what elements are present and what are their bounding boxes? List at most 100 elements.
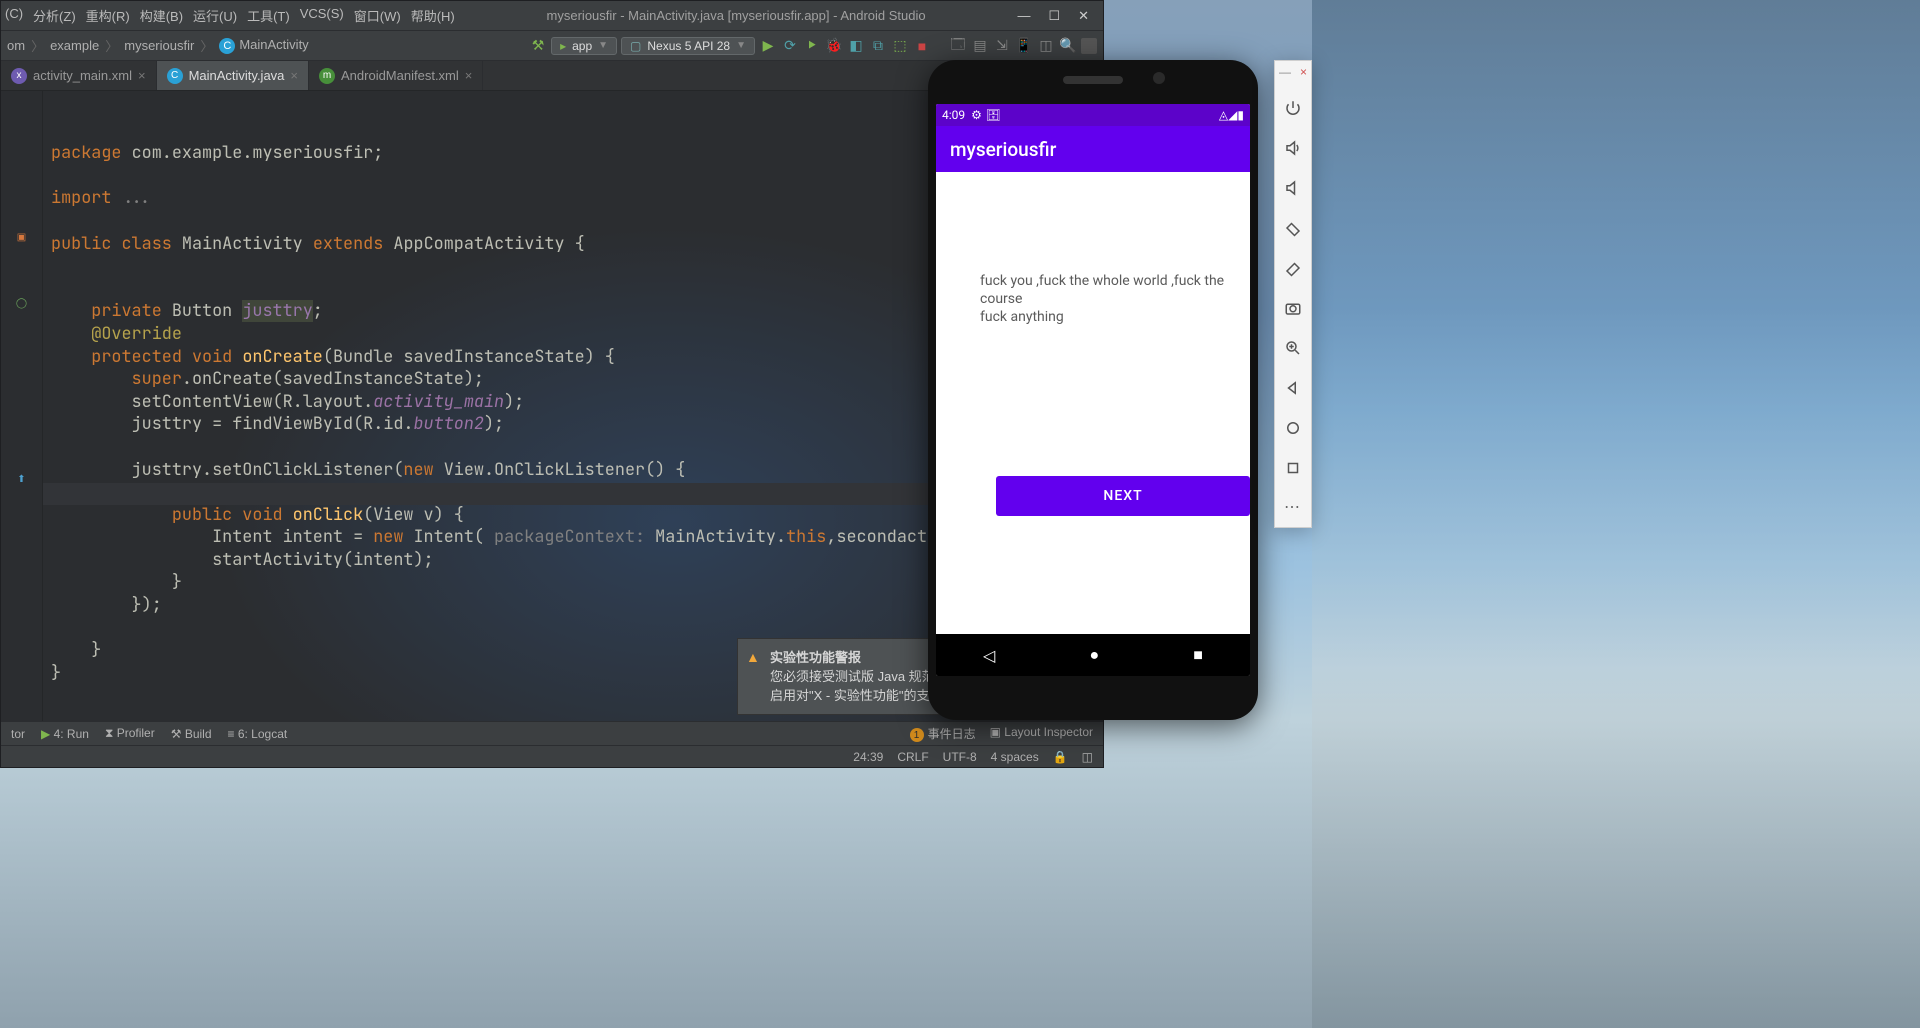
device-manager-icon[interactable]: 📱 bbox=[1015, 37, 1033, 55]
overview-icon[interactable] bbox=[1282, 457, 1304, 479]
editor-tab[interactable]: C MainActivity.java × bbox=[157, 61, 309, 90]
java-file-icon: C bbox=[167, 68, 183, 84]
android-navbar: ◁ ● ■ bbox=[936, 634, 1250, 676]
menu-item[interactable]: 构建(B) bbox=[140, 6, 183, 25]
more-icon[interactable]: ⋯ bbox=[1282, 497, 1304, 517]
menu-item[interactable]: (C) bbox=[5, 6, 23, 25]
back-icon[interactable]: ◁ bbox=[983, 646, 995, 665]
indent-setting[interactable]: 4 spaces bbox=[991, 750, 1039, 764]
toolwindow-button[interactable]: ⚒ Build bbox=[171, 727, 212, 741]
stop-icon[interactable]: ■ bbox=[913, 37, 931, 55]
window-title: myseriousfir - MainActivity.java [myseri… bbox=[455, 8, 1018, 23]
sync-icon[interactable]: 🗔 bbox=[949, 37, 967, 55]
toolwindow-button[interactable]: ▶ 4: Run bbox=[41, 727, 89, 741]
android-emulator: 4:09 ⚙ 🗄 ◬ ◢ ▮ myseriousfir fuck you ,fu… bbox=[928, 60, 1258, 720]
app-text: fuck you ,fuck the whole world ,fuck the bbox=[980, 272, 1232, 290]
event-log-button[interactable]: 1事件日志 bbox=[910, 725, 976, 743]
file-encoding[interactable]: UTF-8 bbox=[943, 750, 977, 764]
line-separator[interactable]: CRLF bbox=[897, 750, 928, 764]
class-icon: C bbox=[219, 38, 235, 54]
hammer-icon[interactable]: ⚒ bbox=[529, 37, 547, 55]
back-icon[interactable] bbox=[1282, 377, 1304, 399]
run-config-label: app bbox=[572, 39, 592, 53]
run-config-selector[interactable]: ▸ app ▼ bbox=[551, 37, 617, 55]
home-icon[interactable] bbox=[1282, 417, 1304, 439]
editor-gutter[interactable] bbox=[1, 91, 43, 721]
rotate-left-icon[interactable] bbox=[1282, 217, 1304, 239]
toolwindow-button[interactable]: tor bbox=[11, 727, 25, 741]
layout-inspector-button[interactable]: ▣ Layout Inspector bbox=[990, 725, 1093, 743]
desktop-background-right bbox=[1312, 0, 1920, 1028]
close-icon[interactable]: × bbox=[1300, 65, 1307, 79]
attach-debugger-icon[interactable]: ⧉ bbox=[869, 37, 887, 55]
toolwindow-button[interactable]: ≡ 6: Logcat bbox=[228, 727, 288, 741]
rotate-right-icon[interactable] bbox=[1282, 257, 1304, 279]
ide-menubar[interactable]: (C) 分析(Z) 重构(R) 构建(B) 运行(U) 工具(T) VCS(S)… bbox=[5, 6, 455, 25]
camera-icon[interactable] bbox=[1282, 297, 1304, 319]
close-tab-icon[interactable]: × bbox=[138, 68, 146, 83]
avd-manager-icon[interactable]: ▤ bbox=[971, 37, 989, 55]
ide-toolbar: om〉 example〉 myseriousfir〉 CMainActivity… bbox=[1, 31, 1103, 61]
cursor-position[interactable]: 24:39 bbox=[853, 750, 883, 764]
breadcrumb-item[interactable]: om bbox=[7, 38, 25, 53]
ide-titlebar[interactable]: (C) 分析(Z) 重构(R) 构建(B) 运行(U) 工具(T) VCS(S)… bbox=[1, 1, 1103, 31]
minimize-icon[interactable]: — bbox=[1017, 8, 1030, 24]
zoom-icon[interactable] bbox=[1282, 337, 1304, 359]
status-time: 4:09 bbox=[942, 108, 965, 122]
breadcrumb-item[interactable]: MainActivity bbox=[239, 37, 308, 52]
debug-icon[interactable]: 🐞 bbox=[825, 37, 843, 55]
toolwindow-button[interactable]: ⧗ Profiler bbox=[105, 726, 155, 741]
overview-icon[interactable]: ■ bbox=[1193, 645, 1203, 665]
run-icon[interactable]: ▶ bbox=[759, 37, 777, 55]
coverage-icon[interactable]: ⬚ bbox=[891, 37, 909, 55]
close-tab-icon[interactable]: × bbox=[290, 68, 298, 83]
menu-item[interactable]: VCS(S) bbox=[300, 6, 344, 25]
breadcrumb-item[interactable]: example bbox=[50, 38, 99, 53]
emulator-screen[interactable]: 4:09 ⚙ 🗄 ◬ ◢ ▮ myseriousfir fuck you ,fu… bbox=[936, 104, 1250, 676]
wifi-icon: ◬ bbox=[1219, 108, 1228, 122]
resource-manager-icon[interactable]: ◫ bbox=[1037, 37, 1055, 55]
volume-up-icon[interactable] bbox=[1282, 137, 1304, 159]
minimize-icon[interactable]: — bbox=[1279, 65, 1291, 79]
android-statusbar: 4:09 ⚙ 🗄 ◬ ◢ ▮ bbox=[936, 104, 1250, 126]
close-tab-icon[interactable]: × bbox=[465, 68, 473, 83]
apply-changes-icon[interactable]: ⟳ bbox=[781, 37, 799, 55]
memory-indicator[interactable]: ◫ bbox=[1082, 750, 1093, 764]
signal-icon: ◢ bbox=[1228, 108, 1237, 122]
close-icon[interactable]: ✕ bbox=[1078, 8, 1089, 24]
power-icon[interactable] bbox=[1282, 97, 1304, 119]
account-icon[interactable] bbox=[1081, 38, 1097, 54]
profiler-icon[interactable]: ◧ bbox=[847, 37, 865, 55]
next-button[interactable]: NEXT bbox=[996, 476, 1250, 516]
home-icon[interactable]: ● bbox=[1089, 645, 1099, 665]
sdk-manager-icon[interactable]: ⇲ bbox=[993, 37, 1011, 55]
breadcrumb-item[interactable]: myseriousfir bbox=[124, 38, 194, 53]
menu-item[interactable]: 窗口(W) bbox=[354, 6, 401, 25]
maximize-icon[interactable]: ☐ bbox=[1048, 8, 1060, 24]
editor-tab[interactable]: x activity_main.xml × bbox=[1, 61, 157, 90]
app-title: myseriousfir bbox=[950, 138, 1056, 161]
run-tests-icon[interactable]: ⯈ bbox=[803, 37, 821, 55]
ide-statusbar: 24:39 CRLF UTF-8 4 spaces 🔒 ◫ bbox=[1, 745, 1103, 767]
readonly-icon[interactable]: 🔒 bbox=[1053, 750, 1068, 764]
menu-item[interactable]: 重构(R) bbox=[86, 6, 130, 25]
breadcrumb[interactable]: om〉 example〉 myseriousfir〉 CMainActivity bbox=[1, 36, 529, 55]
editor-tab-label: MainActivity.java bbox=[189, 68, 285, 83]
menu-item[interactable]: 帮助(H) bbox=[411, 6, 455, 25]
next-button-label: NEXT bbox=[1103, 487, 1142, 505]
device-selector[interactable]: ▢ Nexus 5 API 28 ▼ bbox=[621, 37, 755, 55]
settings-icon: ⚙ bbox=[971, 108, 982, 122]
menu-item[interactable]: 工具(T) bbox=[247, 6, 290, 25]
device-selector-label: Nexus 5 API 28 bbox=[647, 39, 730, 53]
editor-tab[interactable]: m AndroidManifest.xml × bbox=[309, 61, 483, 90]
manifest-file-icon: m bbox=[319, 68, 335, 84]
menu-item[interactable]: 运行(U) bbox=[193, 6, 237, 25]
emulator-sidebar[interactable]: — × ⋯ bbox=[1274, 60, 1312, 528]
search-icon[interactable]: 🔍 bbox=[1059, 37, 1077, 55]
menu-item[interactable]: 分析(Z) bbox=[33, 6, 76, 25]
briefcase-icon: 🗄 bbox=[986, 108, 1001, 122]
app-text: fuck anything bbox=[980, 308, 1232, 326]
ide-bottom-toolwindows: tor ▶ 4: Run ⧗ Profiler ⚒ Build ≡ 6: Log… bbox=[1, 721, 1103, 745]
volume-down-icon[interactable] bbox=[1282, 177, 1304, 199]
app-text: course bbox=[980, 290, 1232, 308]
